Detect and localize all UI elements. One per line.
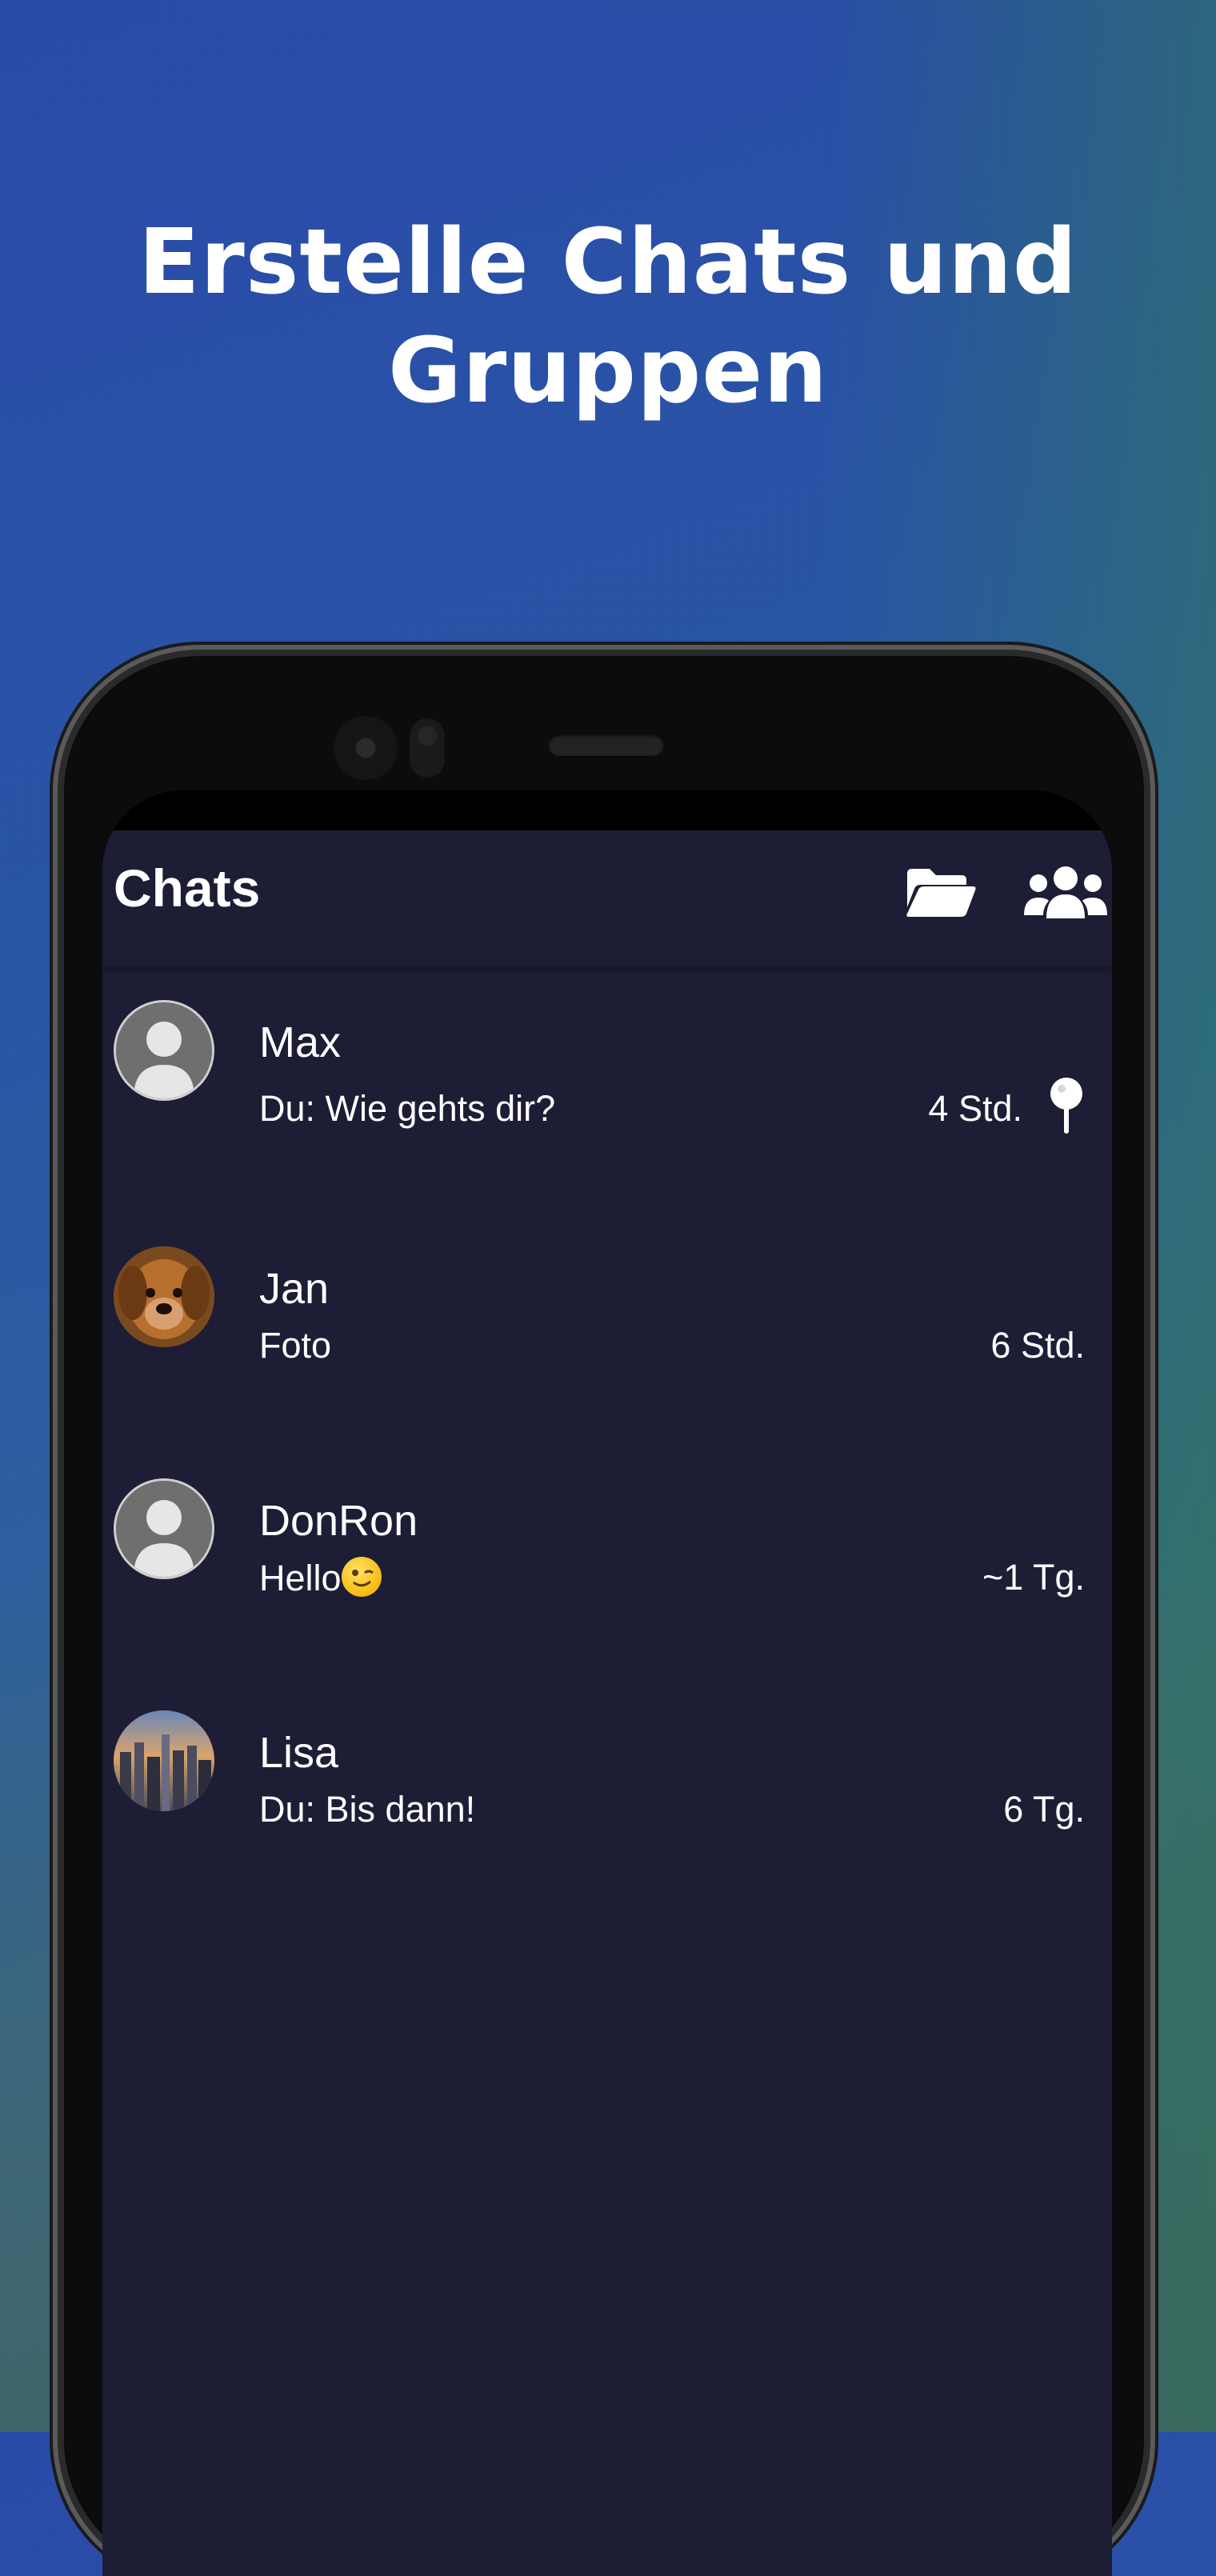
page-title: Chats bbox=[114, 858, 261, 918]
users-group-icon bbox=[1024, 866, 1107, 918]
front-camera bbox=[334, 716, 398, 780]
chat-timestamp: ~1 Tg. bbox=[982, 1557, 1085, 1598]
proximity-sensor bbox=[410, 718, 445, 778]
groups-button[interactable] bbox=[1022, 861, 1109, 925]
promo-headline: Erstelle Chats und Gruppen bbox=[0, 208, 1216, 426]
phone-screen: Chats Max Du: Wie gehts dir? 4 Std. Jan … bbox=[102, 790, 1112, 2576]
chat-message-text: Hello bbox=[259, 1558, 342, 1598]
chat-name: Jan bbox=[259, 1265, 330, 1313]
chat-name: Lisa bbox=[259, 1729, 339, 1777]
chat-timestamp: 6 Tg. bbox=[1003, 1789, 1085, 1830]
pin-icon bbox=[1050, 1078, 1082, 1134]
chat-last-message: Du: Wie gehts dir? bbox=[259, 1088, 556, 1129]
chat-name: DonRon bbox=[259, 1497, 418, 1545]
phone-frame: Chats Max Du: Wie gehts dir? 4 Std. Jan … bbox=[64, 656, 1144, 2576]
person-icon bbox=[116, 1002, 212, 1098]
chat-last-message: Du: Bis dann! bbox=[259, 1789, 476, 1830]
app-bar: Chats bbox=[102, 830, 1112, 968]
chat-app: Chats Max Du: Wie gehts dir? 4 Std. Jan … bbox=[102, 830, 1112, 2576]
chat-last-message: Hello bbox=[259, 1557, 382, 1599]
chat-timestamp: 6 Std. bbox=[990, 1325, 1085, 1366]
folder-button[interactable] bbox=[901, 861, 981, 925]
headline-line-2: Gruppen bbox=[388, 319, 828, 423]
wink-emoji bbox=[341, 1557, 382, 1597]
phone-volume-button bbox=[1146, 1508, 1155, 1800]
person-icon bbox=[116, 1481, 212, 1577]
dog-photo-avatar bbox=[114, 1246, 214, 1347]
default-avatar bbox=[114, 1478, 214, 1579]
chat-name: Max bbox=[259, 1018, 342, 1066]
chat-timestamp: 4 Std. bbox=[928, 1088, 1022, 1129]
chat-item-lisa[interactable]: Lisa Du: Bis dann! 6 Tg. bbox=[102, 1710, 1112, 1902]
dog-photo bbox=[114, 1246, 214, 1347]
chat-item-donron[interactable]: DonRon Hello ~1 Tg. bbox=[102, 1478, 1112, 1670]
phone-power-button bbox=[1146, 1220, 1155, 1364]
earpiece-speaker bbox=[548, 734, 664, 756]
city-photo-avatar bbox=[114, 1710, 214, 1811]
chat-item-jan[interactable]: Jan Foto 6 Std. bbox=[102, 1246, 1112, 1438]
chat-last-message: Foto bbox=[259, 1325, 332, 1366]
city-photo bbox=[114, 1710, 214, 1811]
folder-open-icon bbox=[906, 869, 976, 917]
headline-line-1: Erstelle Chats und bbox=[138, 210, 1078, 314]
default-avatar bbox=[114, 1000, 214, 1101]
chat-item-max[interactable]: Max Du: Wie gehts dir? 4 Std. bbox=[102, 1000, 1112, 1192]
